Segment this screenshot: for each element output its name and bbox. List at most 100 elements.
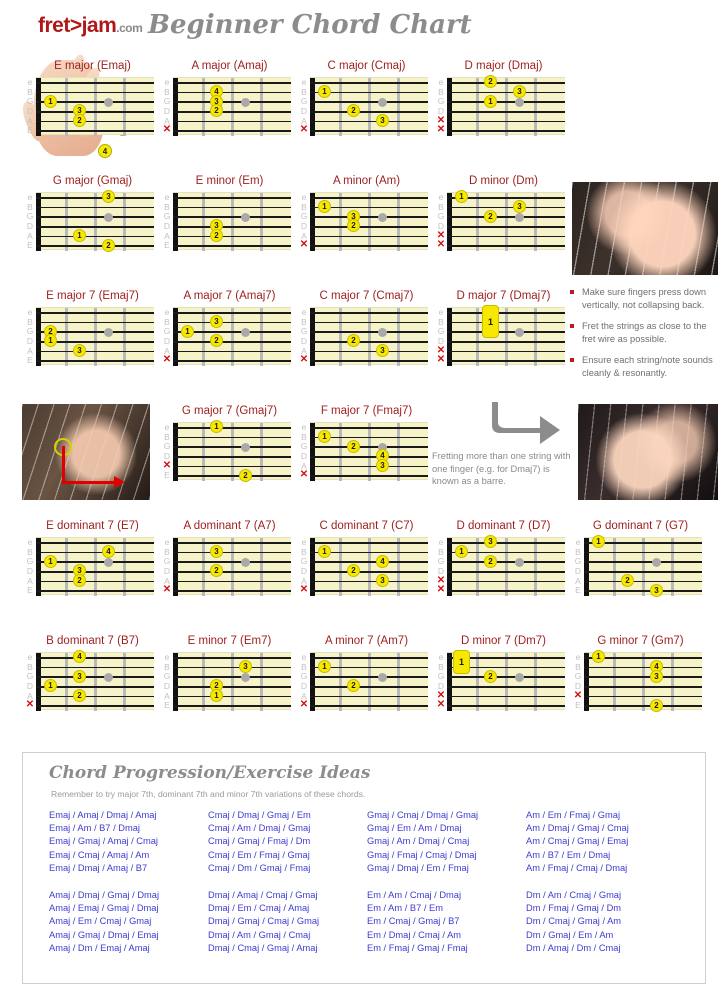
string-line-2 <box>36 321 154 324</box>
chord-name-label: G minor 7 (Gm7) <box>597 635 684 647</box>
finger-dot: 1 <box>210 689 223 702</box>
string-line-1 <box>310 197 428 199</box>
progression-line: Am / B7 / Em / Dmaj <box>526 849 611 860</box>
fret-wire-1 <box>476 308 479 366</box>
progression-line: Am / Dmaj / Gmaj / Cmaj <box>526 823 629 834</box>
string-line-6 <box>36 130 154 132</box>
fretjam-logo: fret>jam.com <box>38 14 143 38</box>
chord-name-label: F major 7 (Fmaj7) <box>320 405 413 417</box>
string-line-4 <box>310 686 428 688</box>
string-label: e <box>164 421 170 432</box>
nut <box>36 308 41 366</box>
string-labels: eBGDAE <box>24 75 36 137</box>
string-label: B <box>27 316 33 327</box>
string-line-1 <box>173 312 291 314</box>
string-labels: e B G D A ✕ <box>298 420 310 482</box>
tip-text: Fret the strings as close to the fret wi… <box>582 321 707 344</box>
finger-dot: 1 <box>73 229 86 242</box>
chord-name-label: A major (Amaj) <box>191 60 268 72</box>
string-line-6 <box>310 245 428 247</box>
progression-line: Gmaj / Fmaj / Cmaj / Dmaj <box>367 849 477 860</box>
string-label: B <box>164 661 170 672</box>
fret-wire-1 <box>202 538 205 596</box>
fret-wire-2 <box>231 653 234 711</box>
string-label: e <box>164 306 170 317</box>
string-labels: e B G D A ✕ <box>298 190 310 252</box>
progression-line: Am / Fmaj / Cmaj / Dmaj <box>526 862 628 873</box>
string-labels: e B G D ✕ ✕ <box>435 650 447 712</box>
muted-string-marker: ✕ <box>162 124 172 136</box>
string-labels: eBGDAE <box>572 535 584 597</box>
string-line-4 <box>173 571 291 573</box>
string-label: e <box>438 651 444 662</box>
progression-line: Cmaj / Dmaj / Gmaj / Em <box>208 810 311 820</box>
chord-diagram: E minor (Em) e B G D A E 3 2 <box>161 175 298 252</box>
nut <box>173 538 178 596</box>
string-label: G <box>26 326 34 337</box>
fret-wire-2 <box>94 78 97 136</box>
string-line-5 <box>36 120 154 123</box>
string-line-3 <box>173 446 291 448</box>
barre-demo-photo <box>22 404 150 500</box>
string-label: B <box>164 316 170 327</box>
fret-wire-3 <box>671 538 674 596</box>
fret-wire-1 <box>65 653 68 711</box>
string-label: D <box>163 680 171 691</box>
fret-wire-3 <box>397 308 400 366</box>
string-label: B <box>438 316 444 327</box>
string-line-5 <box>310 580 428 583</box>
string-label: A <box>27 345 33 356</box>
muted-string-marker: ✕ <box>162 354 172 366</box>
string-line-6 <box>173 705 291 707</box>
fret-wire-3 <box>123 193 126 251</box>
string-label: G <box>300 211 308 222</box>
chord-diagram: D major 7 (Dmaj7) e B G D ✕ ✕ 1 <box>435 290 572 367</box>
fretboard-wrapper: e B G D ✕ ✕ 1 <box>435 304 572 367</box>
chord-diagram: A minor 7 (Am7) e B G D A ✕ 1 2 <box>298 635 435 712</box>
string-label: G <box>300 326 308 337</box>
string-line-3 <box>36 216 154 218</box>
string-label: e <box>301 76 307 87</box>
finger-dot: 3 <box>73 669 86 683</box>
progression-line: Am / Cmaj / Gmaj / Emaj <box>526 836 629 847</box>
string-line-3 <box>447 216 565 218</box>
chord-diagram: D minor 7 (Dm7) e B G D ✕ ✕ 2 1 <box>435 635 572 712</box>
string-line-2 <box>36 666 154 669</box>
nut <box>173 193 178 251</box>
string-line-1 <box>36 312 154 314</box>
string-line-6 <box>447 705 565 707</box>
chord-name-label: D minor 7 (Dm7) <box>461 635 546 647</box>
progression-line: Amaj / Dm / Emaj / Amaj <box>49 942 150 953</box>
chord-diagram: B dominant 7 (B7) e B G D A ✕ 4 3 1 2 <box>24 635 161 712</box>
fret-inlay-dot <box>378 97 387 107</box>
string-line-1 <box>173 197 291 199</box>
fret-wire-2 <box>505 538 508 596</box>
string-line-4 <box>173 226 291 228</box>
finger-dot: 2 <box>484 209 497 223</box>
string-line-6 <box>584 705 702 707</box>
logo-main: fret>jam <box>38 14 117 37</box>
string-labels: e B G D A ✕ <box>161 305 173 367</box>
nut <box>36 538 41 596</box>
string-label: e <box>575 536 581 547</box>
fret-inlay-dot <box>378 212 387 222</box>
string-labels: eBGDAE <box>24 190 36 252</box>
string-label: G <box>437 211 445 222</box>
string-label: D <box>26 105 34 116</box>
fret-wire-1 <box>65 538 68 596</box>
fret-inlay-dot <box>515 557 524 567</box>
string-line-4 <box>447 111 565 113</box>
string-labels: e B G D ✕ E <box>572 650 584 712</box>
finger-dot: 3 <box>650 669 663 683</box>
string-label: B <box>164 546 170 557</box>
fret-wire-2 <box>94 308 97 366</box>
string-line-6 <box>447 245 565 247</box>
string-label: B <box>301 86 307 97</box>
fret-wire-3 <box>260 308 263 366</box>
string-label: B <box>438 201 444 212</box>
chord-diagram: F major 7 (Fmaj7) e B G D A ✕ 1 2 4 3 <box>298 405 435 482</box>
nut <box>584 653 589 711</box>
finger-dot: 2 <box>102 238 115 252</box>
fret-wire-3 <box>397 653 400 711</box>
string-line-6 <box>310 705 428 707</box>
